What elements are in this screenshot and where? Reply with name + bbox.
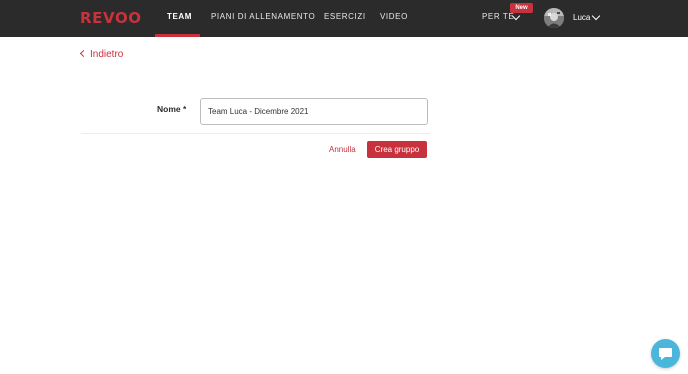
name-field-label: Nome * [157, 104, 187, 114]
form-divider [81, 133, 430, 134]
chevron-left-icon [79, 49, 88, 58]
nav-tab-piani-di-allenamento[interactable]: PIANI DI ALLENAMENTO [211, 12, 315, 21]
back-link[interactable]: Indietro [79, 49, 124, 60]
chat-widget-button[interactable] [651, 339, 680, 368]
nav-tab-video[interactable]: VIDEO [380, 12, 408, 21]
avatar-photo-icon [544, 8, 564, 28]
new-badge: New [510, 3, 533, 13]
nav-tab-team[interactable]: TEAM [167, 12, 192, 21]
create-group-button[interactable]: Crea gruppo [367, 141, 427, 158]
revoo-logo[interactable]: REVOO [80, 9, 142, 27]
cancel-button[interactable]: Annulla [326, 141, 359, 158]
group-name-input[interactable] [200, 98, 428, 125]
user-name[interactable]: Luca [573, 13, 590, 22]
back-link-label: Indietro [90, 49, 124, 60]
active-tab-indicator [155, 34, 200, 37]
top-navigation-bar: REVOO TEAM PIANI DI ALLENAMENTO ESERCIZI… [0, 0, 688, 37]
nav-per-te[interactable]: PER TE [482, 12, 514, 21]
chevron-down-icon[interactable] [591, 11, 601, 21]
nav-tab-esercizi[interactable]: ESERCIZI [324, 12, 366, 21]
chat-bubble-icon [659, 348, 672, 360]
avatar[interactable] [544, 8, 564, 28]
